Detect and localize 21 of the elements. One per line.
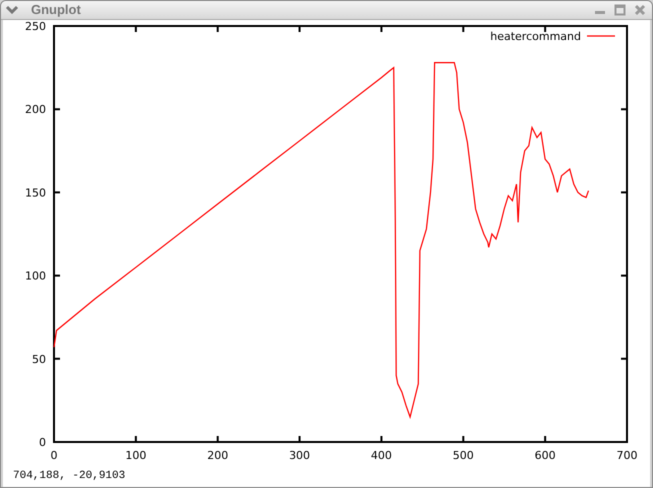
- y-tick-label: 250: [25, 20, 46, 33]
- window-title: Gnuplot: [31, 1, 81, 20]
- x-tick-label: 700: [616, 449, 638, 462]
- maximize-icon[interactable]: [614, 4, 626, 16]
- legend-label: heatercommand: [490, 30, 581, 43]
- status-text: 704,188, -20,9103: [13, 468, 126, 484]
- x-tick-label: 400: [370, 449, 392, 462]
- x-tick-label: 200: [207, 449, 228, 462]
- y-tick-label: 200: [25, 103, 46, 116]
- legend-line: [587, 35, 615, 37]
- x-tick-label: 100: [125, 449, 146, 462]
- chevron-icon[interactable]: [5, 5, 19, 15]
- x-tick-label: 500: [452, 449, 474, 462]
- x-tick-label: 300: [289, 449, 310, 462]
- x-tick-label: 0: [50, 449, 58, 462]
- y-tick-label: 0: [39, 436, 46, 449]
- y-tick-label: 100: [25, 270, 46, 283]
- x-tick-label: 600: [534, 449, 556, 462]
- y-tick-label: 150: [25, 186, 46, 200]
- y-tick-label: 50: [32, 352, 46, 366]
- close-icon[interactable]: [634, 4, 646, 16]
